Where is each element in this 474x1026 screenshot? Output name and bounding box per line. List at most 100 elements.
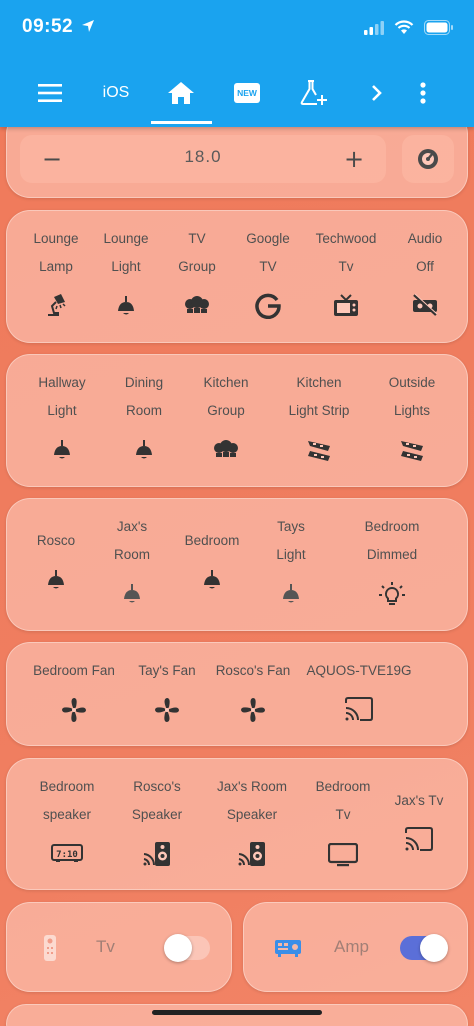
tab-lab[interactable] xyxy=(292,62,336,124)
tile-label: Bedroom xyxy=(184,533,240,548)
gauge-icon xyxy=(418,149,438,169)
tile-label: TV xyxy=(259,259,277,274)
tile-label: Jax's xyxy=(116,519,148,534)
tab-new[interactable]: NEW xyxy=(225,62,269,124)
cast-icon xyxy=(404,827,434,851)
svg-text:7:10: 7:10 xyxy=(56,850,78,860)
tile-bedroom[interactable]: Bedroom xyxy=(180,527,244,597)
tile-jaxs-room[interactable]: Jax's Room xyxy=(104,513,160,613)
tab-ios[interactable]: iOS xyxy=(94,62,138,124)
tile-bedroom-fan[interactable]: Bedroom Fan xyxy=(28,657,120,737)
clock-text: 09:52 xyxy=(22,16,74,37)
tile-label: Speaker xyxy=(226,807,278,822)
tile-label: Light xyxy=(111,259,141,274)
clock-display-icon: 7:10 xyxy=(51,843,83,863)
tile-label: Tays xyxy=(277,519,305,534)
tile-lounge-light[interactable]: Lounge Light xyxy=(96,225,156,330)
tile-label: Dining xyxy=(124,375,164,390)
tab-home[interactable] xyxy=(158,62,204,124)
battery-icon xyxy=(424,20,453,35)
location-arrow-icon xyxy=(81,20,94,32)
tile-aquos-tv[interactable]: AQUOS-TVE19G xyxy=(306,657,412,737)
speaker-cast-icon xyxy=(238,841,266,867)
amplifier-icon xyxy=(274,937,302,963)
tile-label: Light Strip xyxy=(288,403,350,418)
tile-roscos-fan[interactable]: Rosco's Fan xyxy=(212,657,294,737)
tile-label: Kitchen xyxy=(203,375,249,390)
tile-bedroom-speaker[interactable]: Bedroom speaker 7:10 xyxy=(34,773,100,878)
speaker-cast-icon xyxy=(143,841,171,867)
tile-audio-off[interactable]: Audio Off xyxy=(398,225,452,330)
home-icon xyxy=(168,82,194,104)
tile-bedroom-tv[interactable]: Bedroom Tv xyxy=(310,773,376,878)
app-header: 09:52 iOS NEW xyxy=(0,0,474,127)
new-badge-icon: NEW xyxy=(234,83,260,103)
tile-google-tv[interactable]: Google TV xyxy=(238,225,298,330)
thermostat-mode-button[interactable] xyxy=(402,135,454,183)
tile-label: Jax's Room xyxy=(216,779,288,794)
cast-icon xyxy=(344,697,374,721)
tile-label: Bedroom xyxy=(364,519,420,534)
tile-label: Lights xyxy=(393,403,431,418)
tile-bedroom-dimmed[interactable]: Bedroom Dimmed xyxy=(358,513,426,613)
tile-lounge-lamp[interactable]: Lounge Lamp xyxy=(24,225,88,330)
television-classic-icon xyxy=(333,293,359,317)
led-strip-icon xyxy=(399,437,425,463)
tile-label: Rosco's xyxy=(133,779,181,794)
tile-label: Jax's Tv xyxy=(394,793,444,808)
tile-label: Hallway xyxy=(38,375,86,390)
tile-jaxs-room-speaker[interactable]: Jax's Room Speaker xyxy=(212,773,292,878)
tile-label: Bedroom Fan xyxy=(33,663,115,678)
audio-off-icon xyxy=(411,293,439,317)
tile-label: Light xyxy=(276,547,306,562)
tile-label: AQUOS-TVE19G xyxy=(306,663,412,678)
ceiling-light-icon xyxy=(114,293,138,317)
tile-rosco[interactable]: Rosco xyxy=(30,527,82,597)
tile-techwood-tv[interactable]: Techwood Tv xyxy=(308,225,384,330)
bulb-group-icon xyxy=(184,293,210,317)
fan-icon xyxy=(61,697,87,723)
dots-vertical-icon xyxy=(420,82,426,104)
tab-ios-label: iOS xyxy=(102,84,130,101)
ceiling-light-icon xyxy=(132,437,156,461)
lightbulb-on-icon xyxy=(378,581,406,609)
tile-label: Rosco's Fan xyxy=(215,663,291,678)
tile-label: Room xyxy=(125,403,162,418)
temperature-stepper: − 18.0 + xyxy=(20,135,386,183)
tile-roscos-speaker[interactable]: Rosco's Speaker xyxy=(126,773,188,878)
amp-power-switch[interactable] xyxy=(400,934,448,962)
tile-hallway-light[interactable]: Hallway Light xyxy=(28,369,96,474)
tile-label: Light xyxy=(47,403,77,418)
tile-label: Lamp xyxy=(39,259,73,274)
fan-icon xyxy=(154,697,180,723)
tile-label: Lounge xyxy=(103,231,149,246)
tile-label: Bedroom xyxy=(39,779,95,794)
switch-knob xyxy=(164,934,192,962)
tile-kitchen-light-strip[interactable]: Kitchen Light Strip xyxy=(282,369,356,474)
remote-icon xyxy=(42,934,58,962)
tile-label: Group xyxy=(178,259,216,274)
led-strip-icon xyxy=(306,437,332,463)
plus-icon: + xyxy=(343,145,365,173)
tile-label: Room xyxy=(113,547,150,562)
ceiling-light-icon xyxy=(279,581,303,605)
tile-kitchen-group[interactable]: Kitchen Group xyxy=(194,369,258,474)
cellular-signal-icon xyxy=(364,20,384,35)
tile-tv-group[interactable]: TV Group xyxy=(166,225,228,330)
nav-next-button[interactable] xyxy=(362,62,392,124)
menu-button[interactable] xyxy=(30,62,70,124)
tile-outside-lights[interactable]: Outside Lights xyxy=(382,369,442,474)
wifi-icon xyxy=(394,20,414,34)
tile-label: Rosco xyxy=(36,533,76,548)
overflow-menu-button[interactable] xyxy=(408,62,438,124)
increase-temperature-button[interactable]: + xyxy=(330,135,378,183)
ceiling-light-icon xyxy=(200,567,224,591)
tile-label: Lounge xyxy=(33,231,79,246)
tile-label: speaker xyxy=(42,807,92,822)
tile-tays-fan[interactable]: Tay's Fan xyxy=(132,657,202,737)
tv-power-switch[interactable] xyxy=(164,934,210,962)
tile-dining-room[interactable]: Dining Room xyxy=(114,369,174,474)
tile-tays-light[interactable]: Tays Light xyxy=(264,513,318,613)
tile-jaxs-tv[interactable]: Jax's Tv xyxy=(388,787,450,867)
tile-label: TV xyxy=(188,231,206,246)
